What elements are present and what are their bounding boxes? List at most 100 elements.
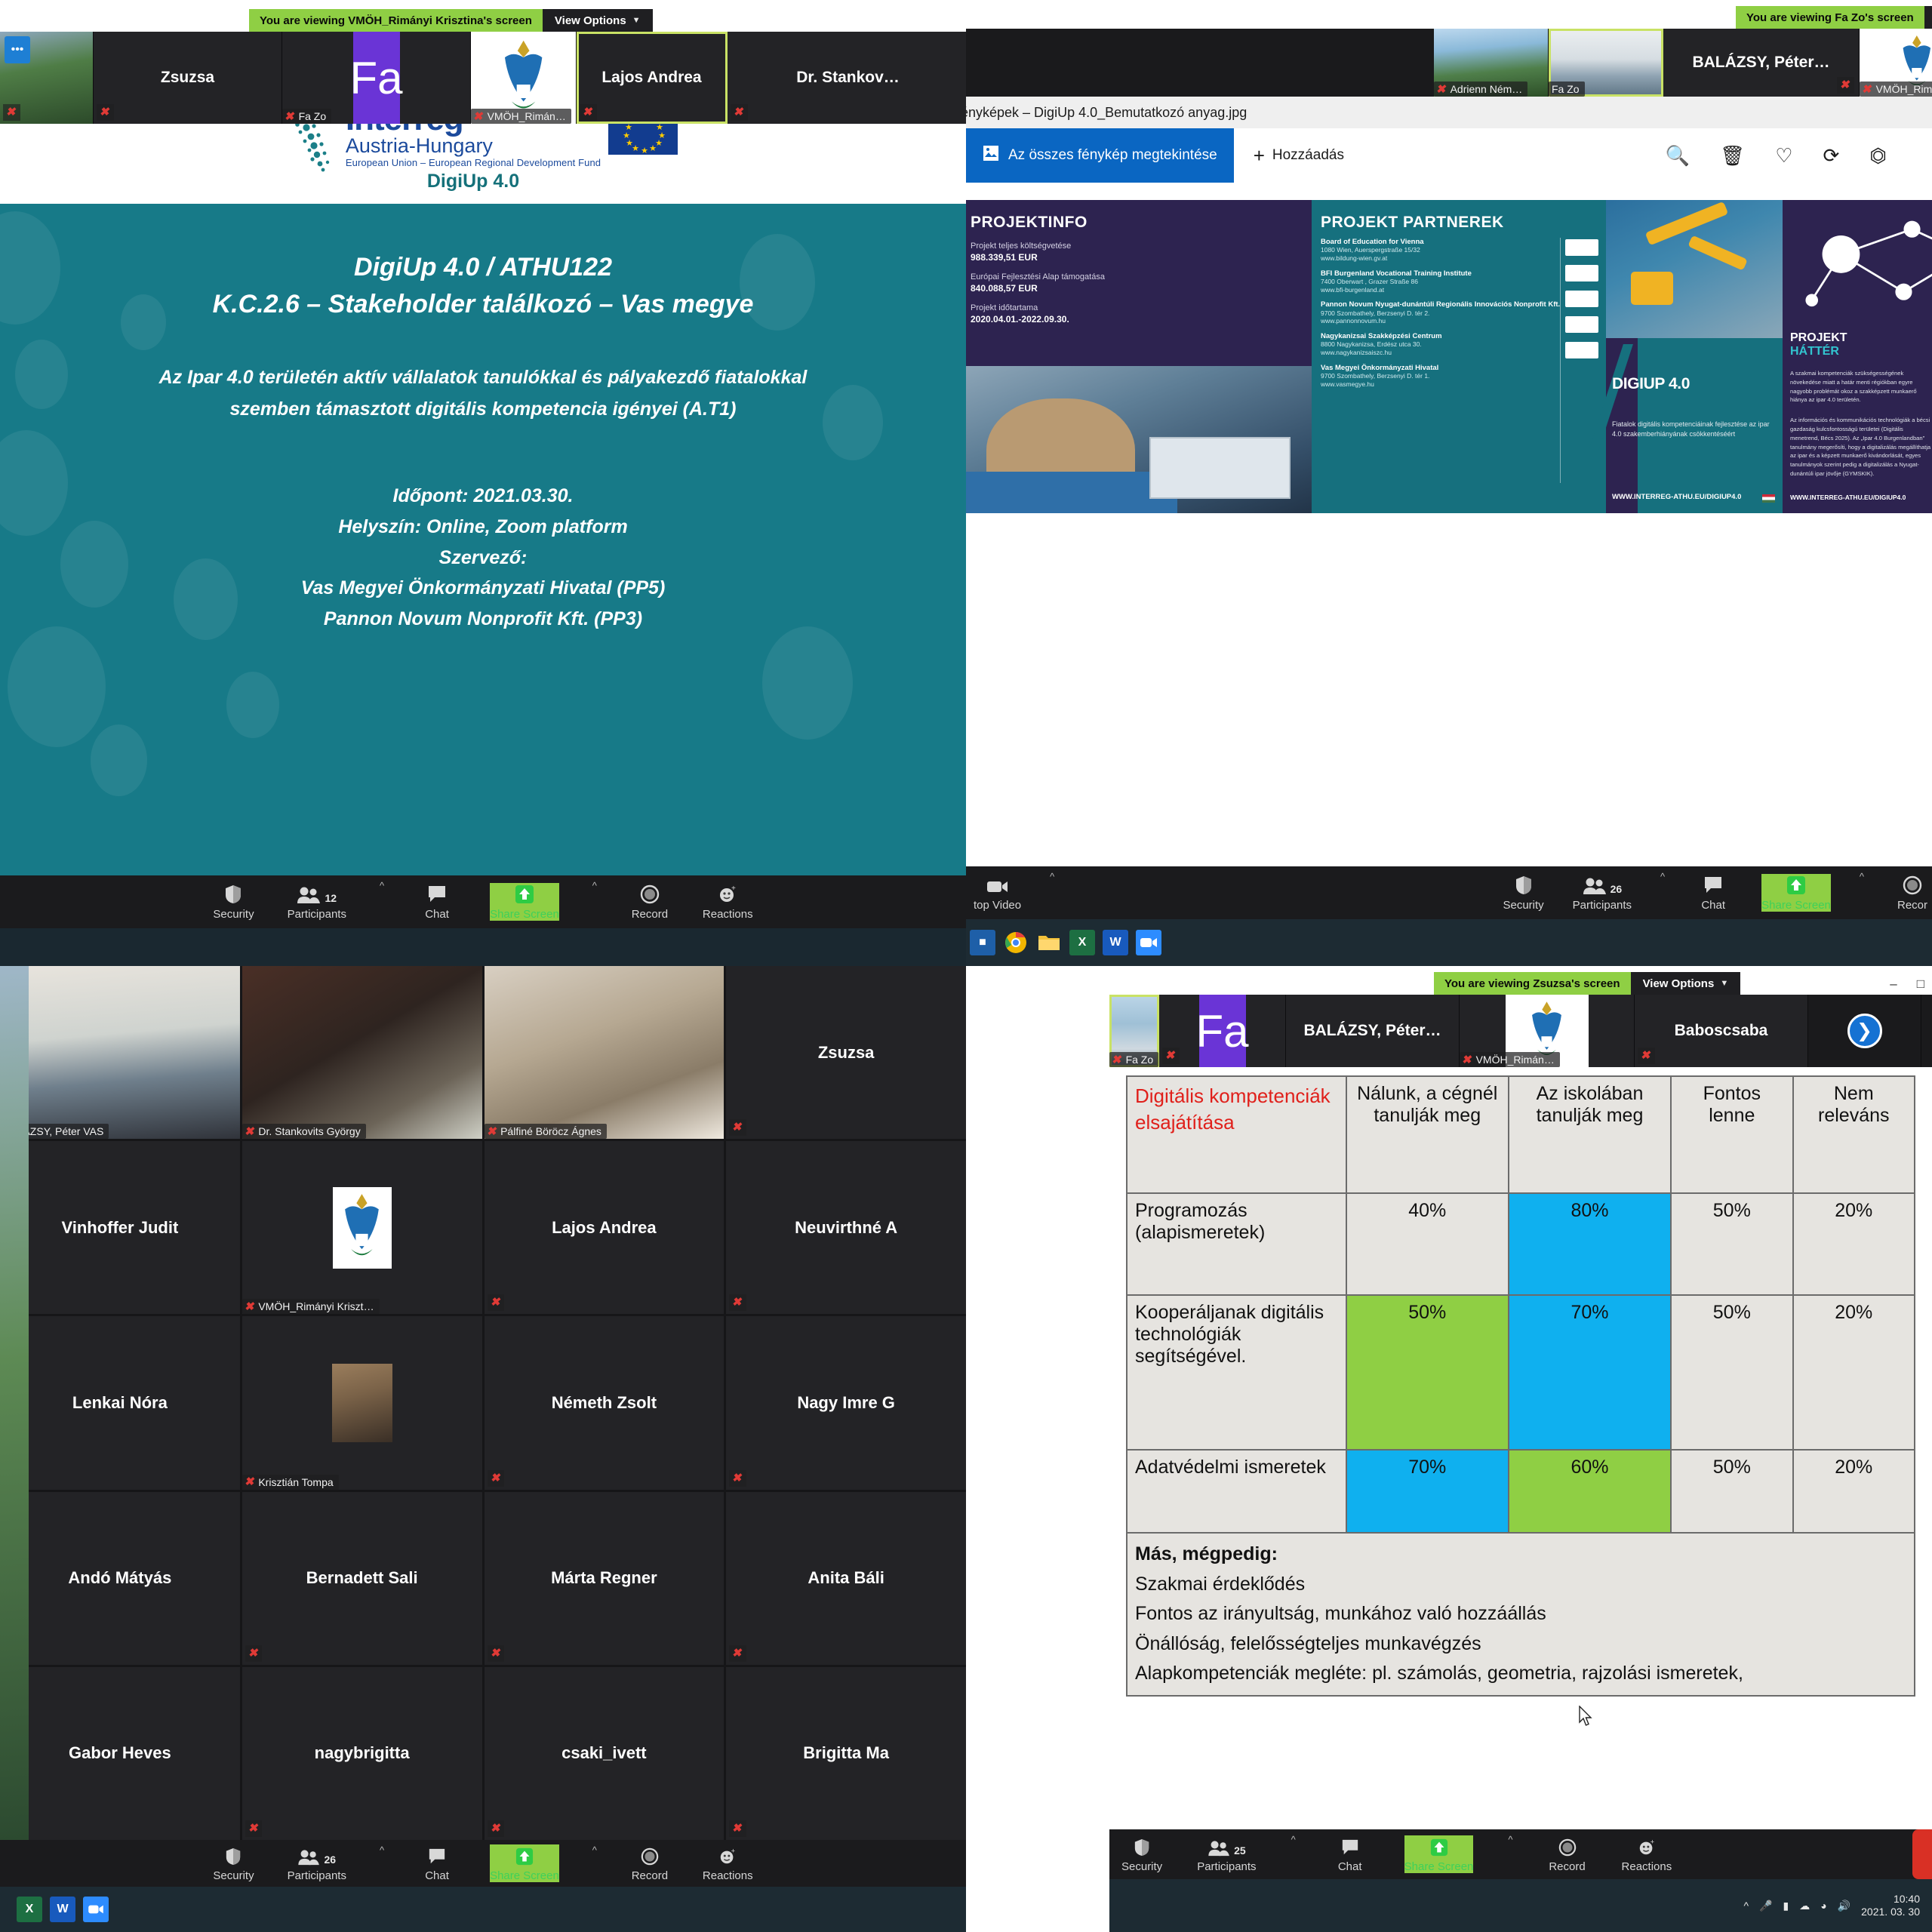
zoom-icon[interactable] — [83, 1897, 109, 1922]
share-chevron-icon[interactable]: ^ — [1860, 871, 1864, 882]
microphone-icon[interactable]: 🎤 — [1759, 1900, 1772, 1912]
view-options-button-q4[interactable]: View Options ▼ — [1630, 972, 1741, 995]
view-options-button-q1[interactable]: View Options ▼ — [542, 9, 653, 32]
security-button[interactable]: Security — [213, 883, 254, 921]
wifi-icon[interactable]: ◕ — [1820, 1900, 1826, 1912]
gallery-cell[interactable]: Márta Regner ✖ — [484, 1491, 724, 1665]
crop-icon[interactable]: ⏣ — [1869, 144, 1887, 168]
leave-meeting-button[interactable] — [1912, 1829, 1932, 1879]
delete-icon[interactable]: 🗑 — [1720, 144, 1745, 168]
strip-tile[interactable]: ✖ VMÖH_Rimán… — [1460, 995, 1635, 1067]
gallery-cell[interactable]: Vinhoffer Judit ✖ — [0, 1141, 240, 1315]
share-screen-button[interactable]: Share Screen — [1761, 874, 1831, 912]
gallery-cell[interactable]: ✖ VMÖH_Rimányi Kriszt… — [242, 1141, 482, 1315]
participants-button[interactable]: 25 Participants — [1197, 1835, 1257, 1873]
gallery-cell[interactable]: Gabor Heves ✖ — [0, 1666, 240, 1840]
participants-button[interactable]: 26 Participants — [1573, 874, 1632, 912]
chat-button[interactable]: Chat — [1694, 874, 1733, 912]
file-explorer-icon[interactable] — [1036, 930, 1062, 955]
gallery-cell[interactable]: BALÁZSY, Péter VAS — [0, 966, 240, 1140]
reactions-button[interactable]: + Reactions — [703, 1844, 753, 1882]
strip-tile[interactable]: Fa ✖ Fa Zo — [282, 32, 471, 124]
view-options-button-q2[interactable]: View Optio — [1924, 6, 1932, 29]
participants-button[interactable]: 26 Participants — [288, 1844, 346, 1882]
strip-tile[interactable]: Fa ✖ — [1159, 995, 1286, 1067]
chrome-icon[interactable] — [1003, 930, 1029, 955]
participants-chevron-icon[interactable]: ^ — [1660, 871, 1665, 882]
rotate-icon[interactable]: ⟳ — [1823, 144, 1840, 168]
start-icon[interactable]: ■ — [970, 930, 995, 955]
zoom-icon[interactable] — [1136, 930, 1161, 955]
stop-video-button[interactable]: top Video — [974, 874, 1021, 912]
add-button[interactable]: + Hozzáadás — [1234, 144, 1364, 168]
strip-tile[interactable]: ••• ✖ — [0, 32, 94, 124]
reactions-button[interactable]: + Reactions — [703, 883, 753, 921]
favorite-icon[interactable]: ♡ — [1775, 144, 1792, 168]
share-screen-button[interactable]: Share Screen — [490, 883, 559, 921]
chat-button[interactable]: Chat — [417, 883, 457, 921]
share-chevron-icon[interactable]: ^ — [592, 1844, 597, 1856]
chat-button[interactable]: Chat — [417, 1844, 457, 1882]
gallery-cell[interactable]: Nagy Imre G ✖ — [726, 1316, 966, 1490]
zoom-in-icon[interactable]: 🔍 — [1666, 144, 1690, 168]
gallery-cell[interactable]: Bernadett Sali ✖ — [242, 1491, 482, 1665]
gallery-cell[interactable]: Anita Báli ✖ — [726, 1491, 966, 1665]
participants-chevron-icon[interactable]: ^ — [380, 1844, 384, 1856]
record-button[interactable]: Record — [630, 1844, 669, 1882]
next-page-button[interactable]: ❯ — [1808, 995, 1921, 1067]
participants-button[interactable]: 12 Participants — [288, 883, 346, 921]
gallery-cell[interactable]: Németh Zsolt ✖ — [484, 1316, 724, 1490]
word-icon[interactable]: W — [50, 1897, 75, 1922]
strip-tile[interactable]: ✖ VMÖH_Rimán… — [471, 32, 577, 124]
maximize-icon[interactable]: □ — [1917, 977, 1924, 992]
gallery-cell[interactable]: Lajos Andrea ✖ — [484, 1141, 724, 1315]
security-button[interactable]: Security — [1121, 1835, 1162, 1873]
strip-tile-active[interactable]: Lajos Andrea ✖ — [577, 32, 728, 124]
reactions-button[interactable]: + Reactions — [1622, 1835, 1672, 1873]
participants-chevron-icon[interactable]: ^ — [380, 880, 384, 891]
record-button[interactable]: Record — [1548, 1835, 1587, 1873]
strip-tile-active[interactable]: ✖ Fa Zo — [1109, 995, 1159, 1067]
taskbar-clock[interactable]: 10:40 2021. 03. 30 — [1861, 1893, 1920, 1919]
onedrive-icon[interactable]: ☁ — [1799, 1900, 1810, 1912]
share-screen-button[interactable]: Share Screen — [490, 1844, 559, 1882]
more-options-icon[interactable]: ••• — [5, 36, 30, 63]
share-screen-button[interactable]: Share Screen — [1404, 1835, 1474, 1873]
excel-icon[interactable]: X — [1069, 930, 1095, 955]
strip-tile[interactable]: Dr. Stankov… ✖ — [728, 32, 966, 124]
gallery-cell[interactable]: Brigitta Ma ✖ — [726, 1666, 966, 1840]
gallery-cell[interactable]: Lenkai Nóra ✖ — [0, 1316, 240, 1490]
shared-document-q4[interactable]: Digitális kompetenciák elsajátítása Nálu… — [1126, 1075, 1915, 1811]
strip-tile[interactable]: BALÁZSY, Péter… ✖ — [1663, 29, 1860, 97]
strip-tile[interactable]: Baboscsaba ✖ — [1635, 995, 1808, 1067]
record-button[interactable]: Recor — [1893, 874, 1932, 912]
minimize-icon[interactable]: – — [1890, 977, 1897, 992]
share-chevron-icon[interactable]: ^ — [1508, 1834, 1512, 1845]
view-all-photos-button[interactable]: Az összes fénykép megtekintése — [966, 128, 1234, 183]
strip-tile[interactable]: ✖ VMÖH_Rimán… — [1860, 29, 1932, 97]
gallery-cell[interactable]: Andó Mátyás ✖ — [0, 1491, 240, 1665]
gallery-cell[interactable]: nagybrigitta ✖ — [242, 1666, 482, 1840]
share-chevron-icon[interactable]: ^ — [592, 880, 597, 891]
gallery-cell[interactable]: ✖ Pálfiné Böröcz Ágnes — [484, 966, 724, 1140]
chat-button[interactable]: Chat — [1331, 1835, 1370, 1873]
gallery-cell[interactable]: ✖ Dr. Stankovits György — [242, 966, 482, 1140]
strip-tile[interactable]: BALÁZSY, Péter… — [1286, 995, 1460, 1067]
excel-icon[interactable]: X — [17, 1897, 42, 1922]
record-button[interactable]: Record — [630, 883, 669, 921]
tray-expand-icon[interactable]: ^ — [1744, 1900, 1749, 1912]
battery-icon[interactable]: ▮ — [1783, 1900, 1789, 1912]
security-button[interactable]: Security — [1503, 874, 1544, 912]
digiup-brochure-image[interactable]: PROJEKTINFO Projekt teljes költségvetése… — [966, 200, 1932, 513]
strip-tile[interactable]: Zsuzsa ✖ — [94, 32, 282, 124]
participants-chevron-icon[interactable]: ^ — [1291, 1834, 1296, 1845]
volume-icon[interactable]: 🔊 — [1838, 1900, 1850, 1912]
video-chevron-icon[interactable]: ^ — [1050, 871, 1054, 882]
gallery-cell[interactable]: Neuvirthné A ✖ — [726, 1141, 966, 1315]
security-button[interactable]: Security — [213, 1844, 254, 1882]
gallery-cell[interactable]: ✖ Krisztián Tompa — [242, 1316, 482, 1490]
word-icon[interactable]: W — [1103, 930, 1128, 955]
strip-tile[interactable]: ✖ Adrienn Ném… — [1434, 29, 1549, 97]
gallery-cell[interactable]: Zsuzsa ✖ — [726, 966, 966, 1140]
strip-tile-active[interactable]: Fa Zo — [1549, 29, 1663, 97]
